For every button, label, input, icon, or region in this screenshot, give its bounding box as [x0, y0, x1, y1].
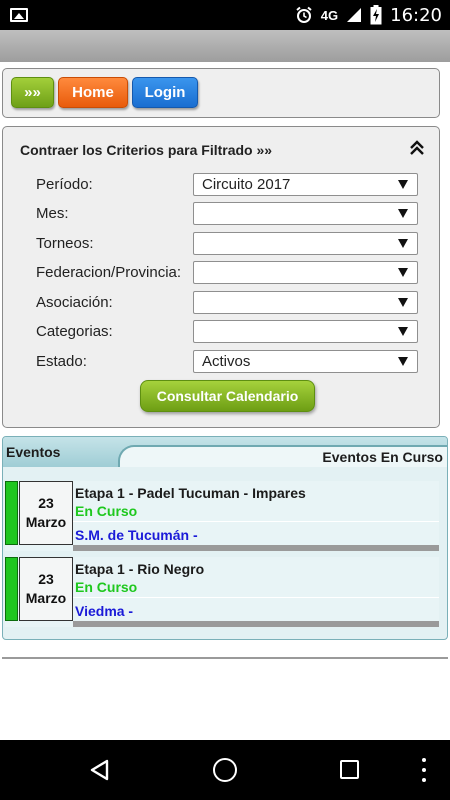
dropdown-caret-icon	[398, 180, 408, 189]
more-options-icon[interactable]	[421, 758, 427, 782]
event-card[interactable]: 23 Marzo Etapa 1 - Rio Negro En Curso Vi…	[5, 557, 439, 627]
event-day: 23	[38, 495, 54, 511]
categorias-select[interactable]	[193, 320, 418, 343]
filter-row-torneos: Torneos:	[36, 232, 428, 256]
dropdown-caret-icon	[398, 327, 408, 336]
event-title[interactable]: Etapa 1 - Padel Tucuman - Impares	[75, 485, 306, 501]
dropdown-caret-icon	[398, 357, 408, 366]
event-date: 23 Marzo	[19, 481, 73, 545]
torneos-select[interactable]	[193, 232, 418, 255]
events-header: Eventos Eventos En Curso	[3, 437, 447, 467]
event-separator-bar	[73, 621, 439, 627]
dropdown-caret-icon	[398, 298, 408, 307]
mes-label: Mes:	[36, 205, 69, 222]
battery-charging-icon	[370, 5, 382, 25]
event-date: 23 Marzo	[19, 557, 73, 621]
home-button[interactable]: Home	[58, 77, 128, 108]
filter-panel: Contraer los Criterios para Filtrado »» …	[2, 126, 440, 428]
event-status-strip	[5, 557, 18, 621]
events-title: Eventos	[6, 444, 61, 460]
event-status: En Curso	[75, 579, 138, 595]
event-separator-bar	[73, 545, 439, 551]
dropdown-caret-icon	[398, 209, 408, 218]
network-type: 4G	[320, 7, 339, 23]
signal-icon	[347, 8, 362, 22]
consultar-calendario-button[interactable]: Consultar Calendario	[140, 380, 315, 412]
status-bar: 4G 16:20	[0, 0, 450, 30]
alarm-icon	[296, 6, 312, 23]
filter-row-federacion: Federacion/Provincia:	[36, 261, 428, 285]
page-divider	[2, 657, 448, 659]
estado-label: Estado:	[36, 353, 87, 370]
categorias-label: Categorias:	[36, 323, 113, 340]
periodo-select[interactable]: Circuito 2017	[193, 173, 418, 196]
estado-select[interactable]: Activos	[193, 350, 418, 373]
filter-row-estado: Estado: Activos	[36, 350, 428, 374]
torneos-label: Torneos:	[36, 235, 94, 252]
divider	[73, 521, 439, 522]
federacion-label: Federacion/Provincia:	[36, 264, 182, 281]
home-nav-icon[interactable]	[213, 758, 237, 782]
mes-select[interactable]	[193, 202, 418, 225]
event-day: 23	[38, 571, 54, 587]
event-place[interactable]: Viedma -	[75, 603, 133, 619]
events-panel: Eventos Eventos En Curso 23 Marzo Etapa …	[2, 436, 448, 640]
nav-panel: »» Home Login	[2, 68, 440, 118]
event-card[interactable]: 23 Marzo Etapa 1 - Padel Tucuman - Impar…	[5, 481, 439, 551]
filter-row-mes: Mes:	[36, 202, 428, 226]
periodo-label: Período:	[36, 176, 93, 193]
clock: 16:20	[390, 4, 442, 26]
menu-toggle-button[interactable]: »»	[11, 77, 54, 108]
asociacion-label: Asociación:	[36, 294, 113, 311]
dropdown-caret-icon	[398, 239, 408, 248]
event-status: En Curso	[75, 503, 138, 519]
image-icon	[10, 8, 28, 22]
login-button[interactable]: Login	[132, 77, 198, 108]
event-month: Marzo	[25, 590, 67, 606]
chevron-double-up-icon[interactable]	[408, 139, 426, 157]
back-icon[interactable]	[88, 758, 112, 782]
dropdown-caret-icon	[398, 268, 408, 277]
event-month: Marzo	[25, 514, 67, 530]
event-place[interactable]: S.M. de Tucumán -	[75, 527, 198, 543]
filter-row-categorias: Categorias:	[36, 320, 428, 344]
recent-apps-icon[interactable]	[340, 760, 359, 779]
filter-toggle-link[interactable]: Contraer los Criterios para Filtrado »»	[20, 142, 272, 158]
event-title[interactable]: Etapa 1 - Rio Negro	[75, 561, 204, 577]
periodo-value: Circuito 2017	[202, 176, 291, 193]
filter-row-asociacion: Asociación:	[36, 291, 428, 315]
app-header	[0, 30, 450, 62]
filter-row-periodo: Período: Circuito 2017	[36, 173, 428, 197]
event-status-strip	[5, 481, 18, 545]
estado-value: Activos	[202, 353, 251, 370]
federacion-select[interactable]	[193, 261, 418, 284]
events-filter-label: Eventos En Curso	[322, 449, 443, 465]
asociacion-select[interactable]	[193, 291, 418, 314]
status-icons: 4G 16:20	[295, 0, 442, 30]
divider	[73, 597, 439, 598]
system-nav-bar	[0, 740, 450, 800]
